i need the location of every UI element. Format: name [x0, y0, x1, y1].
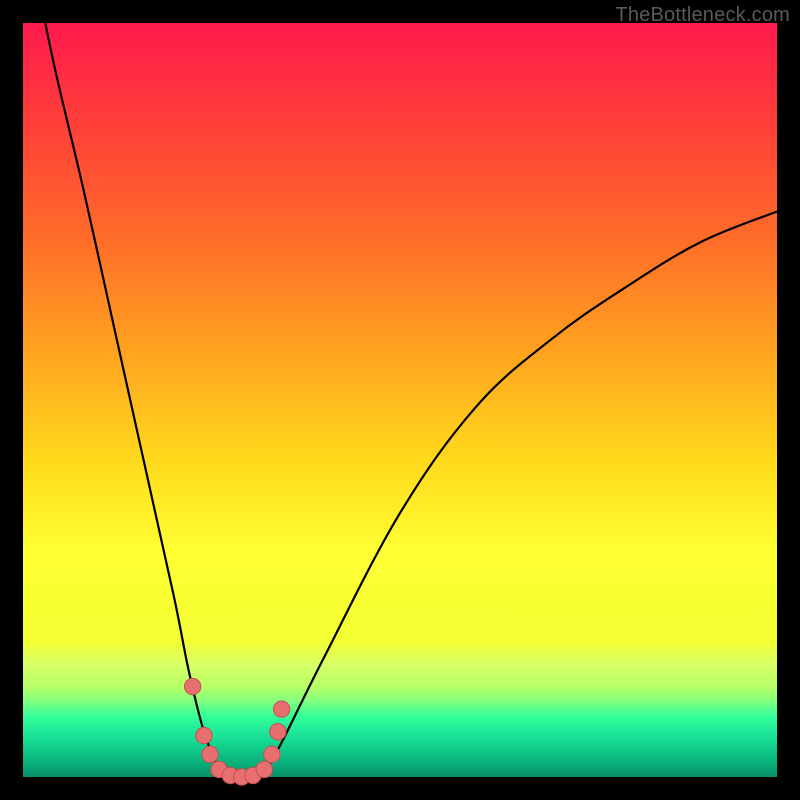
curve-layer: [23, 23, 777, 777]
bottleneck-curve: [31, 0, 777, 778]
marker-point: [264, 746, 280, 762]
marker-group: [184, 678, 289, 785]
chart-stage: TheBottleneck.com: [0, 0, 800, 800]
marker-point: [270, 724, 286, 740]
plot-area: [23, 23, 777, 777]
marker-point: [184, 678, 200, 694]
watermark-text: TheBottleneck.com: [615, 4, 790, 27]
marker-point: [256, 761, 272, 777]
marker-point: [273, 701, 289, 717]
marker-point: [196, 727, 212, 743]
marker-point: [202, 746, 218, 762]
